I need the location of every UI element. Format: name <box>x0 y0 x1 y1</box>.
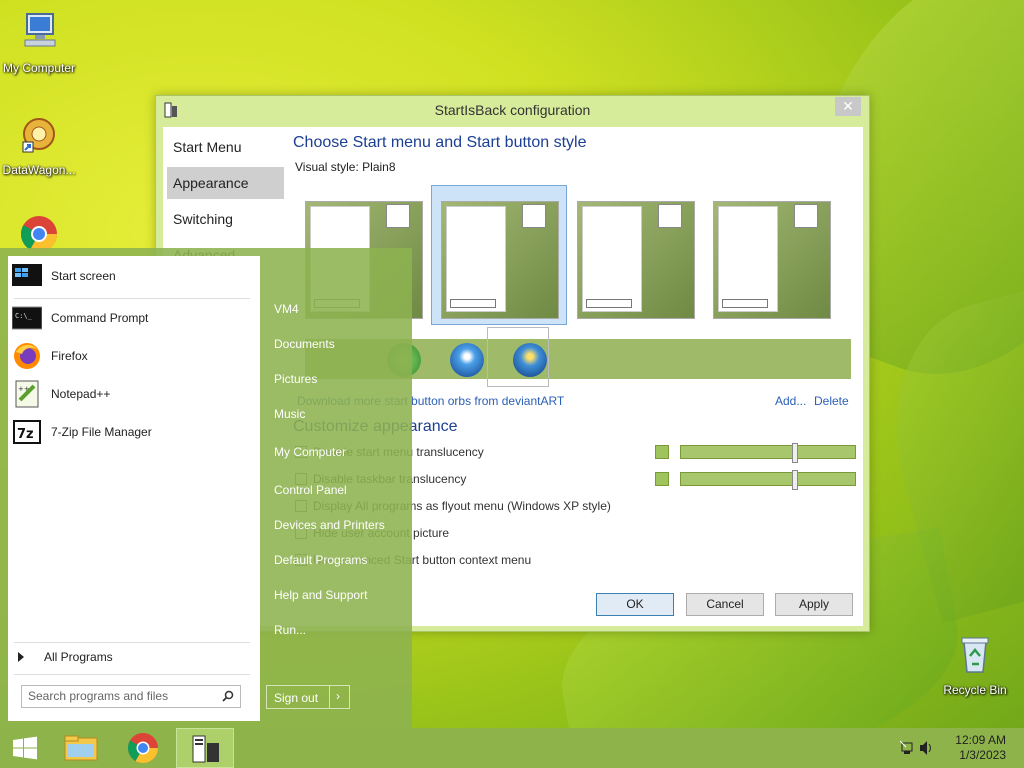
divider <box>14 298 250 299</box>
cancel-button[interactable]: Cancel <box>686 593 764 616</box>
start-link-vm4[interactable]: VM4 <box>274 302 299 316</box>
list-item-7zip[interactable]: 7z 7-Zip File Manager <box>12 416 256 448</box>
visual-style-row: Visual style: Plain8 <box>295 160 396 174</box>
start-screen-icon <box>12 264 42 286</box>
clock-time: 12:09 AM <box>955 733 1006 747</box>
start-link-documents[interactable]: Documents <box>274 337 335 351</box>
clock-date: 1/3/2023 <box>959 748 1006 762</box>
taskbar-opacity-slider[interactable] <box>680 470 856 490</box>
list-item-start-screen[interactable]: Start screen <box>12 260 256 292</box>
chrome-icon <box>127 733 158 764</box>
start-menu-opacity-slider[interactable] <box>680 443 856 463</box>
nav-item-start-menu[interactable]: Start Menu <box>167 131 284 163</box>
user-icon <box>522 204 546 228</box>
visual-style-label: Visual style: <box>295 160 359 174</box>
triangle-right-icon <box>18 652 24 662</box>
start-link-my-computer[interactable]: My Computer <box>274 445 346 459</box>
user-icon <box>658 204 682 228</box>
divider <box>14 642 250 643</box>
sign-out-button[interactable]: Sign out › <box>266 685 350 709</box>
startisback-icon <box>192 735 219 763</box>
search-input[interactable]: Search programs and files <box>21 685 241 708</box>
style-thumbnail[interactable] <box>713 201 831 319</box>
window-titlebar[interactable]: StartIsBack configuration ✕ <box>156 96 869 124</box>
notepad-plus-plus-icon: ++ <box>15 380 39 408</box>
windows-orb-icon[interactable] <box>450 343 484 377</box>
folder-icon <box>64 735 98 761</box>
visual-style-value: Plain8 <box>362 160 396 174</box>
user-icon <box>386 204 410 228</box>
taskbar: 12:09 AM 1/3/2023 <box>0 728 1024 768</box>
orb-selected-highlight <box>487 327 549 387</box>
start-link-control-panel[interactable]: Control Panel <box>274 483 347 497</box>
all-programs-button[interactable]: All Programs <box>18 650 113 664</box>
list-item-notepad-plus-plus[interactable]: ++ Notepad++ <box>12 378 256 410</box>
command-prompt-icon: C:\_ <box>12 306 42 330</box>
clock[interactable]: 12:09 AM 1/3/2023 <box>946 733 1006 763</box>
start-link-run[interactable]: Run... <box>274 623 306 637</box>
desktop-icon-my-computer[interactable]: My Computer <box>0 10 78 75</box>
user-icon <box>794 204 818 228</box>
start-button[interactable] <box>0 728 50 768</box>
start-menu: Start screen C:\_ Command Prompt Firefox… <box>0 248 412 728</box>
start-link-devices-printers[interactable]: Devices and Printers <box>274 518 385 532</box>
system-tray <box>894 728 944 768</box>
list-item-command-prompt[interactable]: C:\_ Command Prompt <box>12 302 256 334</box>
desktop-icon-recycle-bin[interactable]: Recycle Bin <box>936 632 1014 697</box>
add-orb-link[interactable]: Add... <box>775 394 806 408</box>
firefox-icon <box>14 343 40 369</box>
style-thumbnail[interactable] <box>441 201 559 319</box>
network-icon <box>899 740 913 754</box>
page-title: Choose Start menu and Start button style <box>293 134 587 151</box>
svg-text:C:\_: C:\_ <box>15 312 33 320</box>
slider-knob[interactable] <box>792 443 798 463</box>
delete-orb-link[interactable]: Delete <box>814 394 849 408</box>
search-icon <box>222 690 234 702</box>
start-menu-color-swatch[interactable] <box>655 445 669 459</box>
7zip-icon: 7z <box>13 420 41 444</box>
windows-logo-icon <box>13 736 37 760</box>
taskbar-chrome[interactable] <box>114 728 172 768</box>
divider <box>14 674 250 675</box>
ok-button[interactable]: OK <box>596 593 674 616</box>
taskbar-file-explorer[interactable] <box>52 728 110 768</box>
start-link-default-programs[interactable]: Default Programs <box>274 553 367 567</box>
desktop-icon-datawagon[interactable]: DataWagon... <box>0 112 78 177</box>
svg-text:++: ++ <box>18 385 30 393</box>
svg-text:7z: 7z <box>17 427 34 442</box>
sign-out-options-arrow[interactable]: › <box>336 689 340 703</box>
computer-icon <box>24 13 56 47</box>
close-button[interactable]: ✕ <box>835 97 861 116</box>
taskbar-startisback[interactable] <box>176 728 234 768</box>
nav-item-appearance[interactable]: Appearance <box>167 167 284 199</box>
start-link-pictures[interactable]: Pictures <box>274 372 317 386</box>
slider-knob[interactable] <box>792 470 798 490</box>
datawagon-icon <box>22 118 55 153</box>
recycle-bin-icon <box>961 637 989 673</box>
style-thumbnail[interactable] <box>577 201 695 319</box>
nav-item-switching[interactable]: Switching <box>167 203 284 235</box>
speaker-icon <box>920 741 931 755</box>
window-title: StartIsBack configuration <box>434 102 591 118</box>
start-menu-programs-pane: Start screen C:\_ Command Prompt Firefox… <box>8 256 260 721</box>
list-item-firefox[interactable]: Firefox <box>12 340 256 372</box>
start-link-music[interactable]: Music <box>274 407 305 421</box>
start-link-help-support[interactable]: Help and Support <box>274 588 367 602</box>
apply-button[interactable]: Apply <box>775 593 853 616</box>
taskbar-color-swatch[interactable] <box>655 472 669 486</box>
